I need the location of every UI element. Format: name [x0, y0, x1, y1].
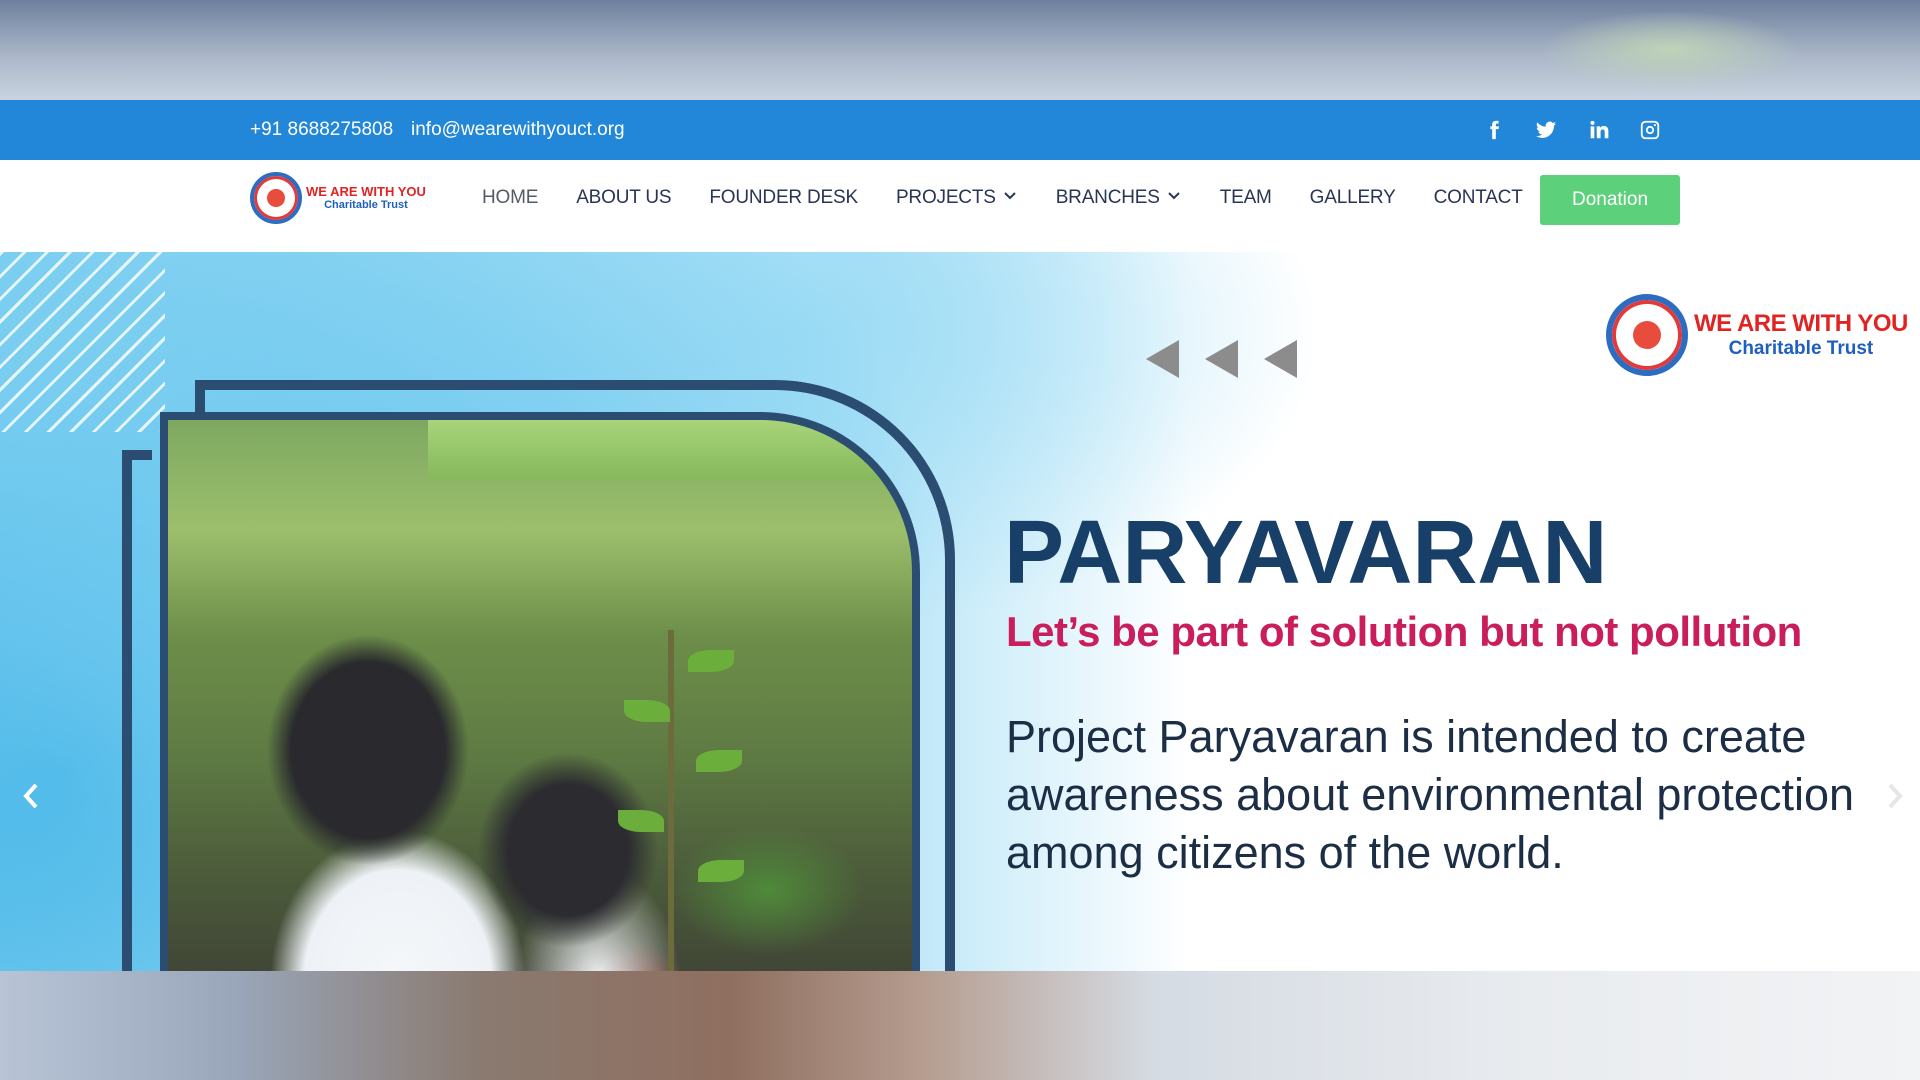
instagram-icon[interactable]	[1636, 116, 1664, 144]
chevron-right-icon	[1888, 783, 1903, 809]
logo-seal-icon	[1606, 294, 1688, 376]
chevron-left-icon	[23, 783, 38, 809]
triangle-left-icon	[1146, 340, 1179, 378]
hero-title: PARYAVARAN	[1004, 503, 1608, 603]
nav-about-us[interactable]: ABOUT US	[576, 187, 671, 209]
nav-branches-label: BRANCHES	[1055, 187, 1160, 208]
hero-logo-line2: Charitable Trust	[1728, 338, 1874, 359]
facebook-icon[interactable]	[1480, 116, 1508, 144]
decorative-arrows	[1146, 340, 1297, 378]
logo-line1: WE ARE WITH YOU	[306, 184, 426, 199]
background-blur-top	[0, 0, 1920, 100]
social-links	[1480, 116, 1664, 144]
hero-logo-line1: WE ARE WITH YOU	[1694, 310, 1908, 337]
site-logo[interactable]: WE ARE WITH YOU Charitable Trust	[250, 172, 426, 224]
nav-founder-desk[interactable]: FOUNDER DESK	[709, 187, 858, 209]
contact-phone[interactable]: +91 8688275808	[250, 119, 393, 141]
triangle-left-icon	[1264, 340, 1297, 378]
hero-subtitle: Let’s be part of solution but not pollut…	[1006, 608, 1802, 655]
logo-seal-icon	[250, 172, 302, 224]
photo-frame-side	[122, 450, 152, 971]
nav-projects[interactable]: PROJECTS	[896, 187, 1018, 209]
triangle-left-icon	[1205, 340, 1238, 378]
donation-button[interactable]: Donation	[1540, 175, 1680, 225]
logo-line2: Charitable Trust	[324, 199, 408, 211]
top-info-bar: +91 8688275808 info@wearewithyouct.org	[0, 100, 1920, 160]
slider-prev-button[interactable]	[16, 776, 46, 816]
decorative-stripes	[0, 252, 165, 432]
nav-projects-label: PROJECTS	[895, 187, 996, 208]
contact-email[interactable]: info@wearewithyouct.org	[411, 119, 625, 141]
nav-contact[interactable]: CONTACT	[1434, 187, 1523, 209]
primary-nav: HOME ABOUT US FOUNDER DESK PROJECTS BRAN…	[482, 160, 1561, 236]
twitter-icon[interactable]	[1532, 116, 1560, 144]
linkedin-icon[interactable]	[1584, 116, 1612, 144]
slider-next-button[interactable]	[1880, 776, 1910, 816]
nav-branches[interactable]: BRANCHES	[1056, 187, 1182, 209]
chevron-down-icon	[1002, 187, 1018, 209]
hero-slider: WE ARE WITH YOU Charitable Trust PARYAVA…	[0, 252, 1920, 971]
nav-home[interactable]: HOME	[482, 187, 538, 209]
hero-description: Project Paryavaran is intended to create…	[1006, 711, 1855, 878]
background-blur-bottom	[0, 971, 1920, 1080]
hero-photo-tree-planting	[160, 412, 920, 971]
main-navbar: WE ARE WITH YOU Charitable Trust HOME AB…	[0, 160, 1920, 252]
nav-team[interactable]: TEAM	[1220, 187, 1272, 209]
nav-gallery[interactable]: GALLERY	[1310, 187, 1396, 209]
hero-logo: WE ARE WITH YOU Charitable Trust	[1606, 294, 1908, 376]
chevron-down-icon	[1166, 187, 1182, 209]
